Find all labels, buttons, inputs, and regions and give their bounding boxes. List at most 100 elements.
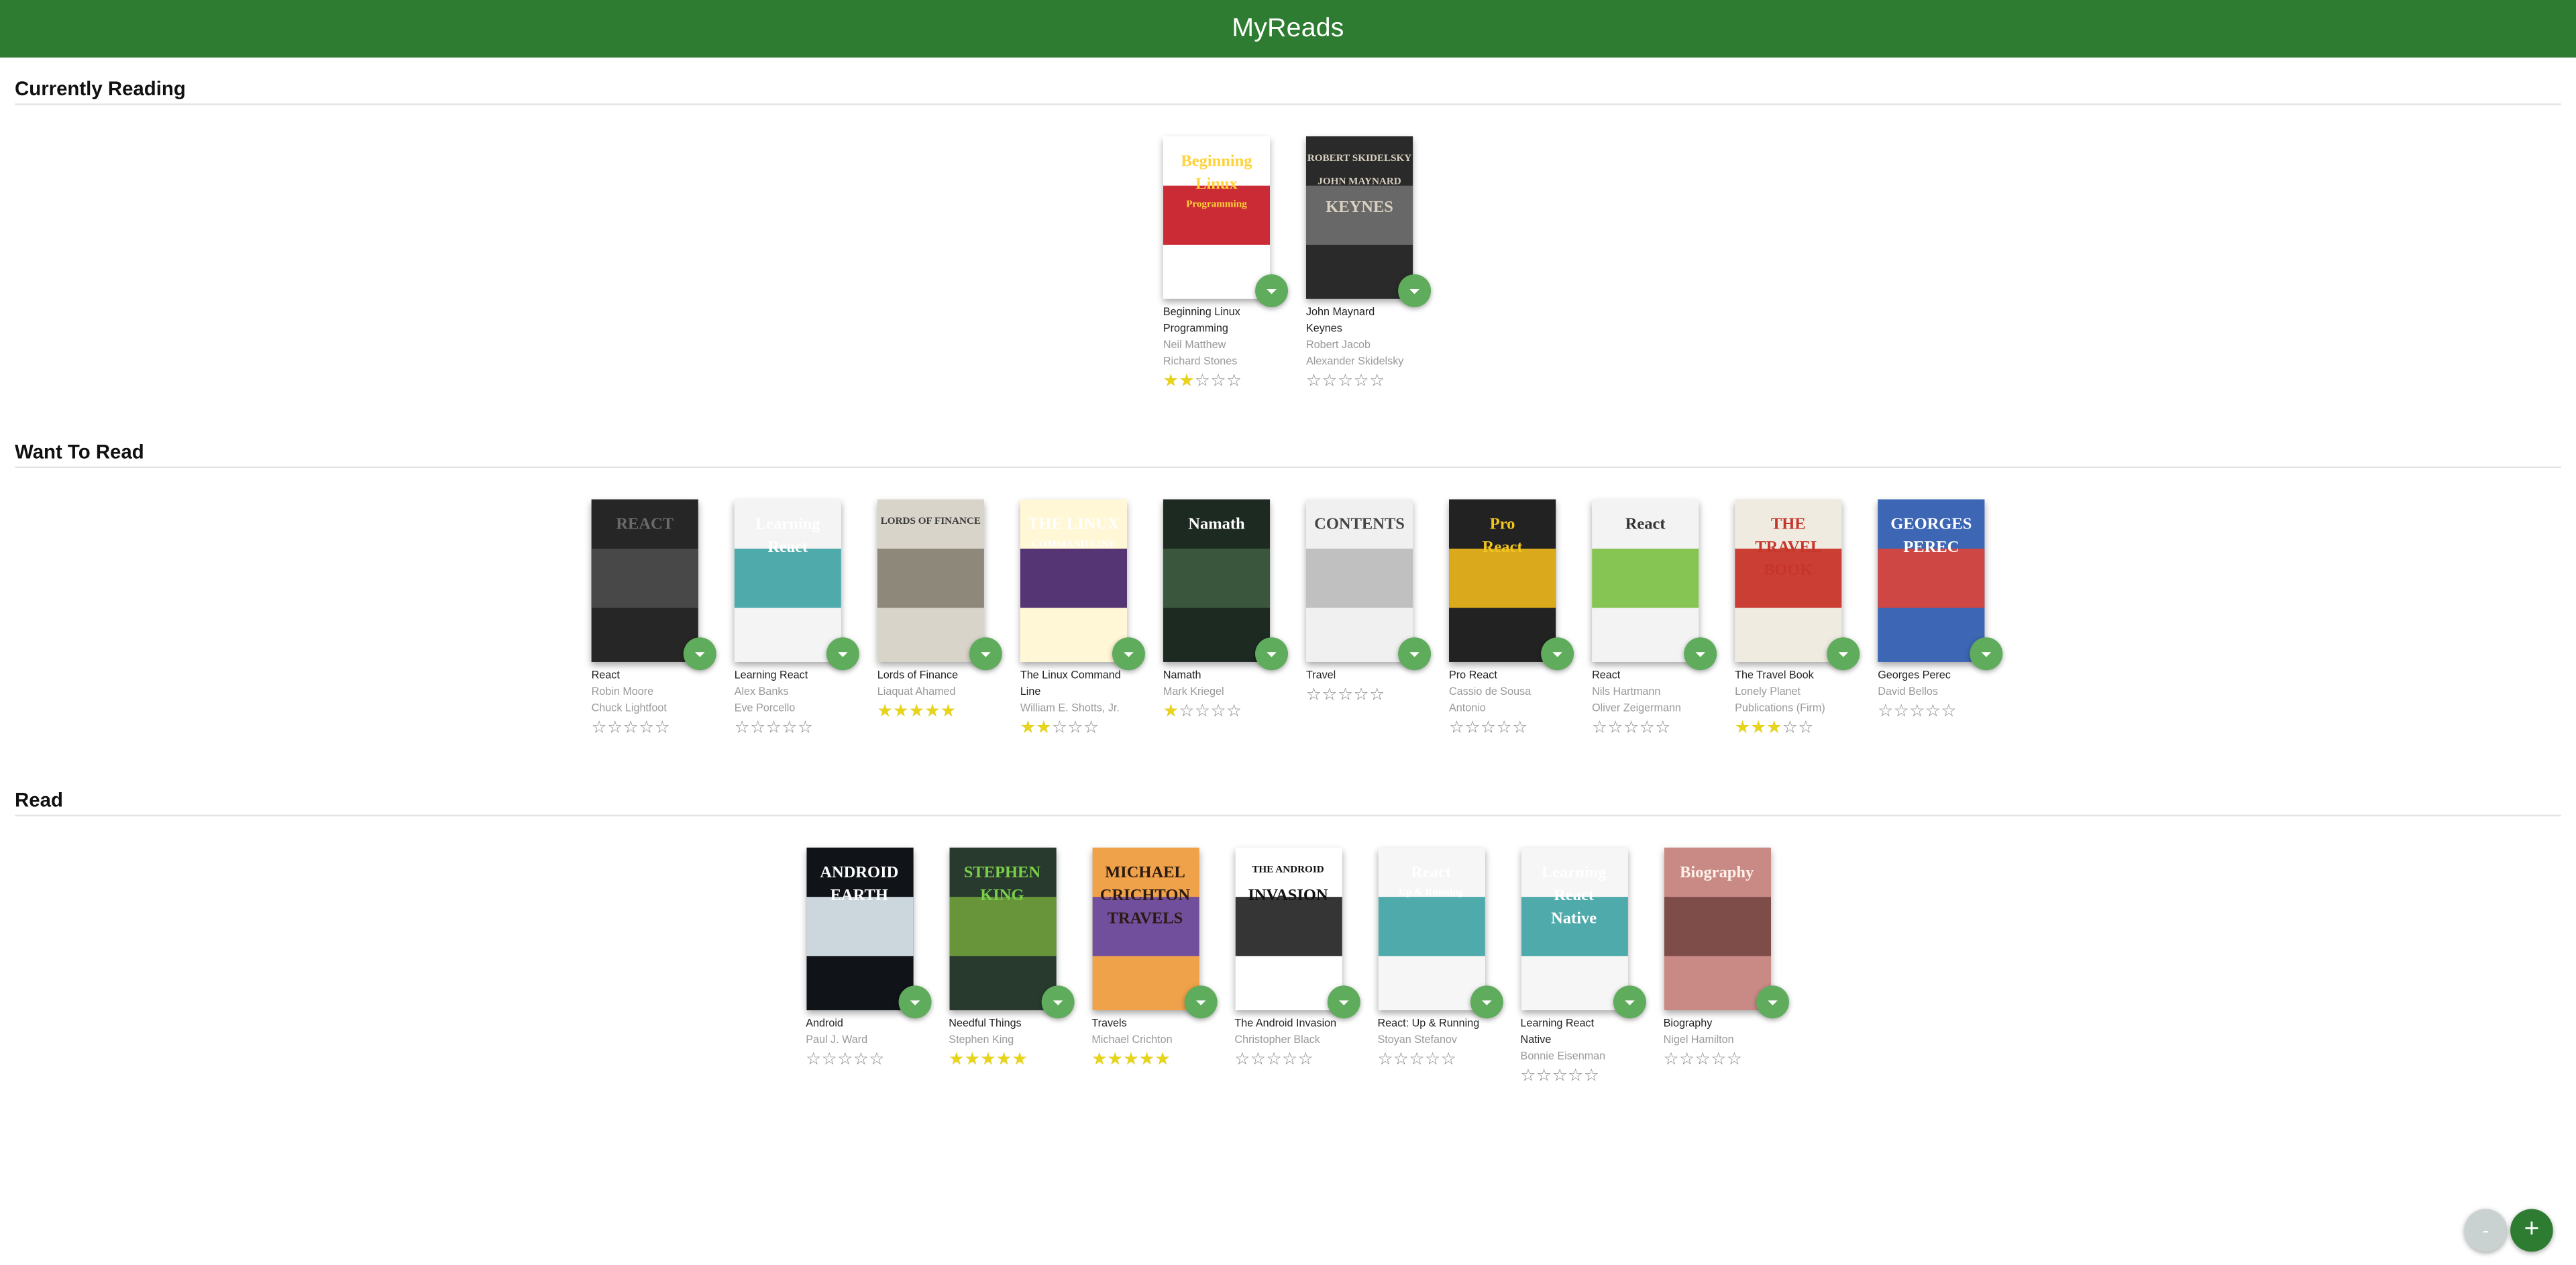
shelf-changer-button[interactable] <box>898 985 931 1019</box>
book-cover[interactable]: Pro React <box>1449 499 1556 662</box>
star-icon[interactable]: ☆ <box>1655 718 1671 737</box>
star-rating[interactable]: ★★☆☆☆ <box>1163 371 1270 391</box>
star-icon[interactable]: ☆ <box>1727 1050 1743 1069</box>
book-cover[interactable]: THE ANDROID INVASION <box>1234 847 1342 1011</box>
star-icon[interactable]: ☆ <box>1322 371 1338 390</box>
star-icon[interactable]: ☆ <box>655 718 671 737</box>
star-icon[interactable]: ☆ <box>1798 718 1814 737</box>
star-icon[interactable]: ☆ <box>1306 371 1322 390</box>
star-icon[interactable]: ★ <box>941 702 957 721</box>
star-rating[interactable]: ★★★★★ <box>877 702 984 721</box>
star-icon[interactable]: ☆ <box>1298 1050 1314 1069</box>
shelf-changer-button[interactable] <box>1970 637 2003 671</box>
star-icon[interactable]: ☆ <box>1465 718 1481 737</box>
star-icon[interactable]: ★ <box>1091 1050 1108 1069</box>
star-icon[interactable]: ★ <box>949 1050 965 1069</box>
book-cover[interactable]: ANDROID EARTH <box>806 847 913 1011</box>
star-icon[interactable]: ☆ <box>782 718 798 737</box>
star-icon[interactable]: ☆ <box>1267 1050 1283 1069</box>
star-icon[interactable]: ☆ <box>1679 1050 1695 1069</box>
star-icon[interactable]: ☆ <box>1322 685 1338 704</box>
shelf-changer-button[interactable] <box>1469 985 1503 1019</box>
star-icon[interactable]: ☆ <box>1306 685 1322 704</box>
star-icon[interactable]: ★ <box>1036 718 1052 737</box>
shelf-changer-button[interactable] <box>1827 637 1860 671</box>
star-rating[interactable]: ☆☆☆☆☆ <box>1521 1066 1627 1086</box>
star-icon[interactable]: ☆ <box>1608 718 1624 737</box>
star-icon[interactable]: ☆ <box>1338 685 1354 704</box>
shelf-changer-button[interactable] <box>1541 637 1574 671</box>
shelf-changer-button[interactable] <box>1326 985 1360 1019</box>
shelf-changer-button[interactable] <box>1040 985 1074 1019</box>
star-icon[interactable]: ★ <box>1020 718 1036 737</box>
star-icon[interactable]: ★ <box>893 702 909 721</box>
star-icon[interactable]: ☆ <box>1584 1066 1600 1085</box>
star-rating[interactable]: ☆☆☆☆☆ <box>1664 1050 1770 1069</box>
shelf-changer-button[interactable] <box>1684 637 1717 671</box>
star-icon[interactable]: ☆ <box>853 1050 869 1069</box>
star-rating[interactable]: ★★★☆☆ <box>1735 718 1841 738</box>
star-icon[interactable]: ☆ <box>822 1050 838 1069</box>
star-icon[interactable]: ☆ <box>1941 702 1957 721</box>
star-icon[interactable]: ☆ <box>1226 371 1242 390</box>
star-icon[interactable]: ☆ <box>1592 718 1608 737</box>
star-icon[interactable]: ☆ <box>1449 718 1465 737</box>
star-icon[interactable]: ☆ <box>1195 702 1211 721</box>
shelf-changer-button[interactable] <box>1398 274 1432 307</box>
shelf-changer-button[interactable] <box>683 637 716 671</box>
star-icon[interactable]: ☆ <box>592 718 608 737</box>
star-icon[interactable]: ★ <box>1124 1050 1140 1069</box>
book-cover[interactable]: React Up & Running <box>1377 847 1485 1011</box>
star-icon[interactable]: ☆ <box>1083 718 1099 737</box>
star-icon[interactable]: ☆ <box>1568 1066 1584 1085</box>
star-icon[interactable]: ☆ <box>1481 718 1497 737</box>
star-icon[interactable]: ★ <box>965 1050 981 1069</box>
book-cover[interactable]: React <box>1592 499 1699 662</box>
book-cover[interactable]: MICHAEL CRICHTON TRAVELS <box>1091 847 1199 1011</box>
book-cover[interactable]: Biography <box>1663 847 1770 1011</box>
star-icon[interactable]: ☆ <box>806 1050 822 1069</box>
book-cover[interactable]: Learning React <box>734 499 841 662</box>
shelf-changer-button[interactable] <box>1255 637 1289 671</box>
shelf-changer-button[interactable] <box>1612 985 1646 1019</box>
book-cover[interactable]: Beginning Linux Programming <box>1163 136 1271 299</box>
star-icon[interactable]: ☆ <box>639 718 655 737</box>
star-icon[interactable]: ☆ <box>1226 702 1242 721</box>
shelf-changer-button[interactable] <box>969 637 1002 671</box>
star-icon[interactable]: ★ <box>909 702 925 721</box>
star-icon[interactable]: ☆ <box>798 718 814 737</box>
star-icon[interactable]: ☆ <box>1512 718 1528 737</box>
star-icon[interactable]: ★ <box>1163 702 1179 721</box>
star-icon[interactable]: ☆ <box>1250 1050 1267 1069</box>
star-rating[interactable]: ☆☆☆☆☆ <box>1878 702 1984 721</box>
star-icon[interactable]: ☆ <box>869 1050 885 1069</box>
add-book-fab-button[interactable]: + <box>2510 1209 2553 1252</box>
star-icon[interactable]: ☆ <box>1425 1050 1441 1069</box>
book-cover[interactable]: THE LINUX COMMAND LINE <box>1020 499 1128 662</box>
remove-fab-button[interactable]: - <box>2464 1209 2508 1252</box>
star-icon[interactable]: ☆ <box>1711 1050 1727 1069</box>
star-icon[interactable]: ☆ <box>1338 371 1354 390</box>
book-cover[interactable]: Namath <box>1163 499 1271 662</box>
book-cover[interactable]: THE TRAVEL BOOK <box>1735 499 1842 662</box>
star-icon[interactable]: ☆ <box>1211 371 1227 390</box>
star-icon[interactable]: ★ <box>1735 718 1751 737</box>
star-rating[interactable]: ★★☆☆☆ <box>1020 718 1127 738</box>
star-icon[interactable]: ☆ <box>1354 371 1370 390</box>
book-cover[interactable]: Learning React Native <box>1520 847 1627 1011</box>
star-icon[interactable]: ☆ <box>837 1050 853 1069</box>
star-icon[interactable]: ☆ <box>1695 1050 1711 1069</box>
star-icon[interactable]: ☆ <box>1409 1050 1426 1069</box>
star-icon[interactable]: ☆ <box>1640 718 1656 737</box>
star-icon[interactable]: ☆ <box>1393 1050 1409 1069</box>
star-icon[interactable]: ☆ <box>1068 718 1084 737</box>
shelf-changer-button[interactable] <box>1398 637 1432 671</box>
star-icon[interactable]: ★ <box>1108 1050 1124 1069</box>
star-rating[interactable]: ☆☆☆☆☆ <box>735 718 841 738</box>
star-icon[interactable]: ★ <box>1155 1050 1171 1069</box>
star-icon[interactable]: ★ <box>1766 718 1782 737</box>
star-rating[interactable]: ★★★★★ <box>949 1050 1055 1069</box>
star-icon[interactable]: ☆ <box>1536 1066 1552 1085</box>
book-cover[interactable]: STEPHEN KING <box>949 847 1056 1011</box>
star-icon[interactable]: ☆ <box>1234 1050 1250 1069</box>
